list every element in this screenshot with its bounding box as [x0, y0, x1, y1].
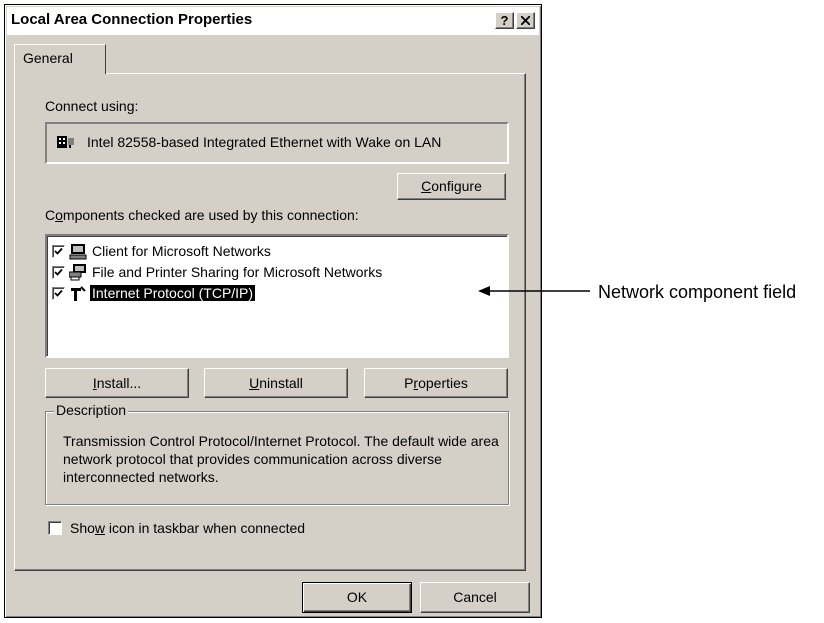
adapter-name: Intel 82558-based Integrated Ethernet wi…: [87, 134, 442, 150]
check-icon: [54, 247, 63, 255]
close-icon: [520, 15, 531, 26]
network-adapter-icon: [57, 136, 74, 148]
component-checkbox[interactable]: [52, 266, 65, 279]
uninstall-button[interactable]: Uninstall: [204, 368, 348, 398]
install-label-c: nstall...: [96, 375, 142, 391]
component-label: Client for Microsoft Networks: [92, 243, 271, 259]
cancel-button[interactable]: Cancel: [420, 582, 530, 613]
uninstall-label-b: U: [249, 375, 260, 391]
protocol-icon: [71, 286, 86, 301]
show-icon-label-a: Sho: [70, 520, 95, 536]
show-icon-label-c: icon in taskbar when connected: [105, 520, 306, 536]
description-group: Description Transmission Control Protoco…: [45, 402, 509, 505]
show-icon-checkbox[interactable]: [48, 521, 62, 535]
ok-button[interactable]: OK: [302, 582, 412, 613]
components-label: Components checked are used by this conn…: [45, 207, 359, 223]
configure-label-b: C: [421, 178, 432, 194]
network-client-icon: [69, 244, 87, 260]
properties-button[interactable]: Properties: [364, 368, 508, 398]
window-title: Local Area Connection Properties: [11, 11, 253, 28]
tab-general[interactable]: General: [14, 44, 106, 74]
network-component-list[interactable]: Client for Microsoft Networks File and P…: [45, 234, 509, 358]
check-icon: [54, 289, 63, 297]
title-bar[interactable]: Local Area Connection Properties ?: [7, 7, 539, 35]
annotation-arrow-icon: [478, 286, 590, 296]
install-button[interactable]: Install...: [45, 368, 189, 398]
components-label-a: C: [45, 207, 56, 223]
annotation-label: Network component field: [598, 282, 797, 302]
uninstall-label-c: ninstall: [259, 375, 303, 391]
components-label-c: mponents checked are used by this connec…: [62, 207, 359, 223]
components-label-b: o: [55, 207, 63, 223]
configure-button[interactable]: Configure: [397, 173, 506, 200]
description-text: Transmission Control Protocol/Internet P…: [63, 433, 499, 485]
show-icon-label-b: w: [94, 520, 106, 536]
component-checkbox[interactable]: [52, 245, 65, 258]
check-icon: [54, 268, 63, 276]
show-icon-label[interactable]: Show icon in taskbar when connected: [70, 520, 305, 536]
component-checkbox[interactable]: [52, 287, 65, 300]
component-label: File and Printer Sharing for Microsoft N…: [92, 264, 383, 280]
file-printer-sharing-icon: [69, 264, 86, 281]
description-title: Description: [54, 402, 129, 418]
properties-label-c: operties: [418, 375, 468, 391]
connect-using-label: Connect using:: [45, 98, 139, 114]
configure-label-c: onfigure: [431, 178, 482, 194]
adapter-field: Intel 82558-based Integrated Ethernet wi…: [45, 122, 509, 164]
close-button[interactable]: [516, 12, 535, 29]
help-button[interactable]: ?: [495, 12, 514, 29]
component-label-selected: Internet Protocol (TCP/IP): [88, 284, 257, 302]
